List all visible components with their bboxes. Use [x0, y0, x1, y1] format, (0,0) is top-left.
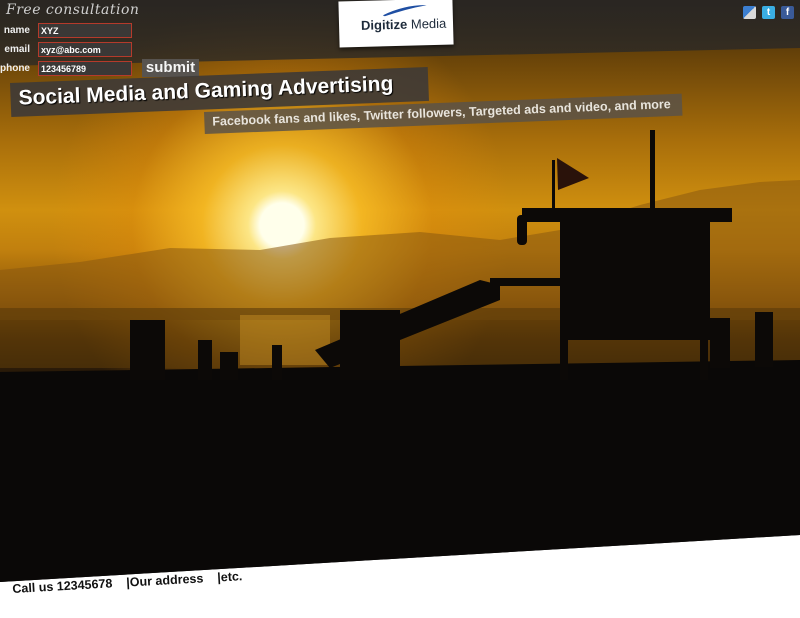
delicious-icon[interactable]: [743, 6, 756, 19]
logo-brand-rest: Media: [407, 15, 447, 32]
logo-brand-bold: Digitize: [360, 16, 408, 33]
twitter-icon[interactable]: t: [762, 6, 775, 19]
consultation-title: Free consultation: [6, 2, 140, 18]
email-field[interactable]: [38, 42, 132, 57]
phone-label: phone: [0, 63, 30, 74]
footer-call: Call us 12345678: [12, 576, 113, 596]
submit-button[interactable]: submit: [142, 59, 199, 77]
logo-swoosh-icon: [382, 5, 427, 17]
digitize-media-logo[interactable]: Digitize Media: [338, 0, 454, 48]
footer-address-link[interactable]: Our address: [129, 571, 203, 589]
footer: Call us 12345678 |Our address |etc.: [0, 568, 800, 618]
name-field[interactable]: [38, 23, 132, 38]
email-label: email: [4, 44, 30, 55]
phone-field[interactable]: [38, 61, 132, 76]
footer-etc-link[interactable]: etc.: [220, 569, 242, 584]
logo-text: Digitize Media: [361, 16, 447, 33]
footer-links: Call us 12345678 |Our address |etc.: [12, 569, 243, 596]
facebook-icon[interactable]: f: [781, 6, 794, 19]
name-label: name: [3, 25, 30, 36]
